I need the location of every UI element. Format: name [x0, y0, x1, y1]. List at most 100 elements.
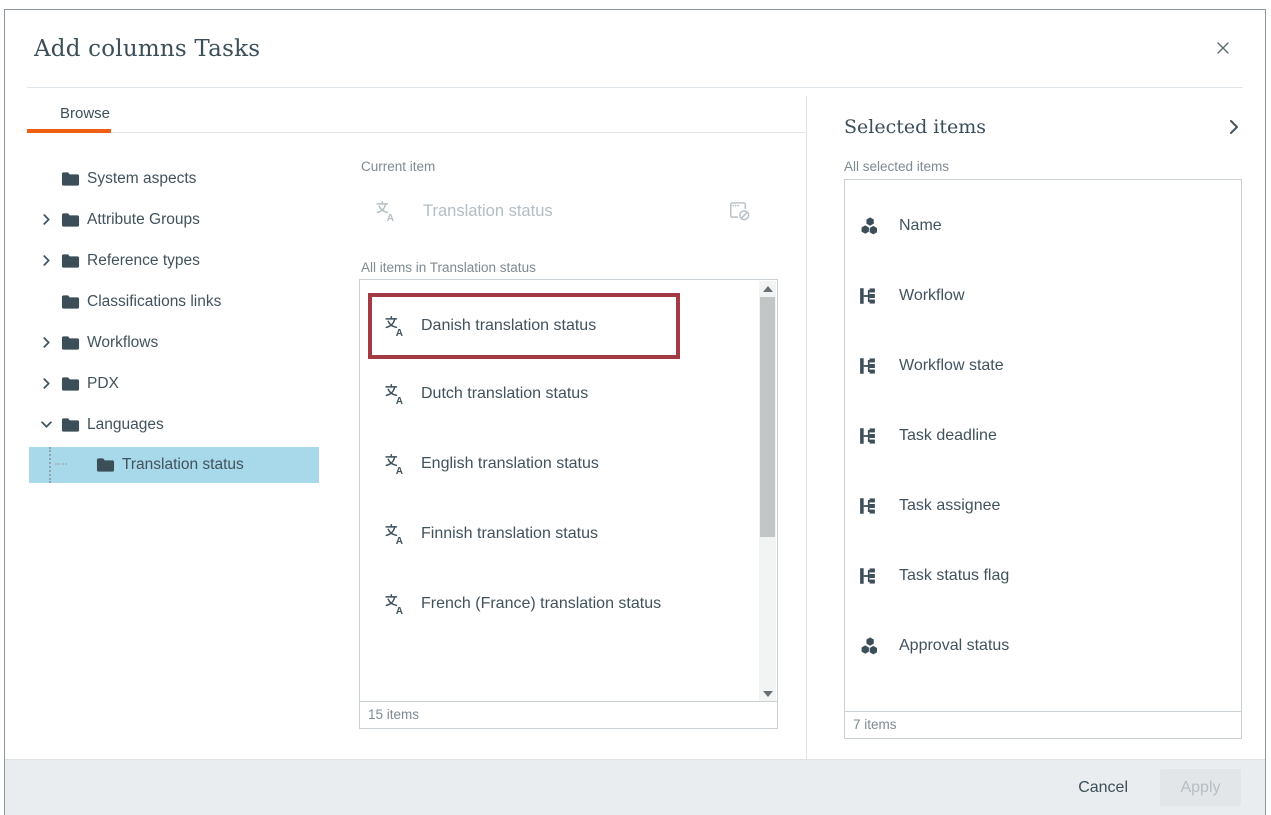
folder-icon [96, 457, 115, 473]
tree-item-label: Translation status [122, 456, 244, 474]
list-item[interactable]: A French (France) translation status [360, 569, 753, 639]
tree-chevron-icon[interactable] [41, 378, 61, 389]
translate-icon: A [375, 200, 397, 222]
list-item[interactable]: A Dutch translation status [360, 359, 753, 429]
attribute-group-icon [859, 636, 879, 656]
selected-item[interactable]: Task deadline [845, 401, 1241, 471]
tree-item-label: Attribute Groups [87, 211, 200, 229]
current-item-row: A Translation status [359, 188, 778, 234]
items-list-box: A Danish translation status A Dutch tran… [359, 279, 778, 729]
browse-section: Browse System aspects Attribute Groups [5, 88, 806, 759]
svg-text:A: A [396, 328, 403, 337]
column-not-allowed-icon [729, 200, 752, 223]
tree-chevron-icon[interactable] [41, 419, 61, 430]
selected-item-label: Task status flag [899, 567, 1009, 585]
dialog-footer: Cancel Apply [5, 759, 1265, 815]
items-list-label: All items in Translation status [361, 260, 778, 275]
selected-items-title: Selected items [844, 116, 986, 138]
tree-item-label: System aspects [87, 170, 196, 188]
translate-icon: A [384, 453, 406, 475]
close-icon [1216, 41, 1230, 55]
tree-item-label: Workflows [87, 334, 158, 352]
items-count: 15 items [360, 701, 777, 728]
selected-item-label: Name [899, 217, 942, 235]
tree-item[interactable]: PDX [27, 363, 357, 404]
scrollbar[interactable] [759, 281, 776, 701]
selected-items-header: Selected items [844, 116, 1242, 138]
tree-chevron-icon[interactable] [41, 337, 61, 348]
dialog-title: Add columns Tasks [34, 36, 260, 62]
selected-item[interactable]: Approval status [845, 611, 1241, 681]
translate-icon: A [384, 523, 406, 545]
tree-item[interactable]: Reference types [27, 240, 357, 281]
selected-item[interactable]: Task assignee [845, 471, 1241, 541]
hierarchy-icon [859, 356, 879, 376]
folder-icon [61, 417, 80, 433]
list-item[interactable]: A English translation status [360, 429, 753, 499]
selected-items-sublabel: All selected items [844, 159, 1242, 174]
chevron-right-icon [1226, 119, 1242, 135]
svg-text:A: A [387, 213, 394, 222]
current-item-name: Translation status [423, 202, 729, 221]
selected-item-label: Workflow [899, 287, 965, 305]
tree-chevron-icon[interactable] [41, 255, 61, 266]
selected-item[interactable]: Workflow state [845, 331, 1241, 401]
dialog-header: Add columns Tasks [27, 10, 1243, 88]
list-item[interactable]: A Finnish translation status [360, 499, 753, 569]
scroll-up-button[interactable] [759, 281, 776, 297]
selected-item[interactable]: Name [845, 191, 1241, 261]
hierarchy-icon [859, 426, 879, 446]
tree-item[interactable]: Classifications links [27, 281, 357, 322]
browse-content: System aspects Attribute Groups Referenc… [27, 133, 806, 759]
list-item-label: Danish translation status [421, 317, 596, 335]
selected-item[interactable]: Task status flag [845, 541, 1241, 611]
list-item-label: Finnish translation status [421, 525, 598, 543]
list-item[interactable]: A Danish translation status [368, 293, 680, 359]
hierarchy-icon [859, 566, 879, 586]
selected-item-label: Approval status [899, 637, 1009, 655]
add-columns-dialog: Add columns Tasks Browse System aspects [4, 9, 1266, 815]
list-item-label: French (France) translation status [421, 595, 661, 613]
tree-guide-line [49, 447, 51, 483]
scrollbar-thumb[interactable] [760, 297, 775, 537]
selected-list: Name Workflow [845, 180, 1241, 711]
svg-text:A: A [396, 396, 403, 405]
center-panel: Current item A [357, 133, 806, 759]
tree-item[interactable]: Languages [27, 404, 357, 445]
selected-items-box: Name Workflow [844, 179, 1242, 739]
tree-item[interactable]: Attribute Groups [27, 199, 357, 240]
tab-browse[interactable]: Browse [27, 97, 111, 133]
expand-selected-button[interactable] [1226, 119, 1242, 135]
tab-browse-label: Browse [60, 105, 110, 122]
selected-count: 7 items [845, 711, 1241, 738]
dialog-body: Browse System aspects Attribute Groups [5, 88, 1265, 759]
hierarchy-icon [859, 496, 879, 516]
close-button[interactable] [1209, 34, 1237, 62]
scroll-down-button[interactable] [759, 685, 776, 701]
tree-item-label: Languages [87, 416, 164, 434]
svg-text:A: A [396, 466, 403, 475]
items-list: A Danish translation status A Dutch tran… [360, 280, 777, 701]
translate-icon: A [384, 593, 406, 615]
tree-item[interactable]: Translation status [29, 447, 319, 483]
list-item-label: English translation status [421, 455, 599, 473]
attribute-group-icon [859, 216, 879, 236]
folder-icon [61, 171, 80, 187]
tree-item[interactable]: System aspects [27, 158, 357, 199]
translate-icon: A [384, 315, 406, 337]
list-item-label: Dutch translation status [421, 385, 588, 403]
tab-bar: Browse [27, 97, 806, 133]
svg-text:A: A [396, 536, 403, 545]
apply-button[interactable]: Apply [1160, 769, 1241, 806]
selected-item-label: Workflow state [899, 357, 1004, 375]
tree-item[interactable]: Workflows [27, 322, 357, 363]
translate-icon: A [384, 383, 406, 405]
selected-item[interactable]: Workflow [845, 261, 1241, 331]
folder-icon [61, 212, 80, 228]
current-item-label: Current item [361, 159, 778, 174]
selected-items-section: Selected items All selected items [807, 88, 1265, 759]
folder-icon [61, 376, 80, 392]
tree-chevron-icon[interactable] [41, 214, 61, 225]
tree-item-label: PDX [87, 375, 119, 393]
cancel-button[interactable]: Cancel [1072, 778, 1134, 798]
